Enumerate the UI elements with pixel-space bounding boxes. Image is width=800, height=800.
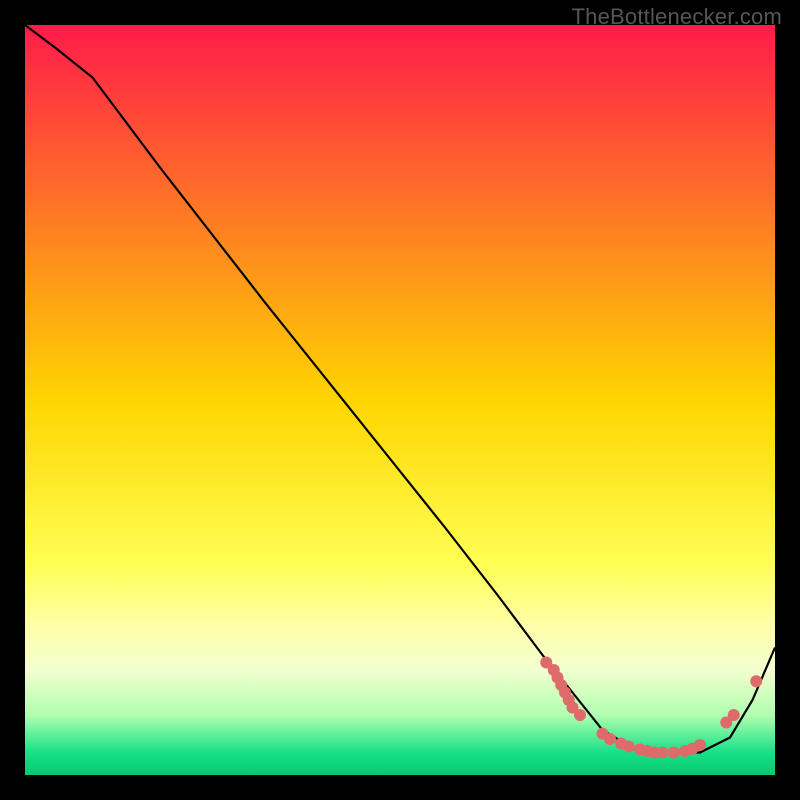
highlight-dot bbox=[728, 709, 740, 721]
highlight-dot bbox=[657, 747, 669, 759]
highlight-dot bbox=[604, 733, 616, 745]
chart-frame: TheBottlenecker.com bbox=[0, 0, 800, 800]
bottleneck-chart bbox=[25, 25, 775, 775]
highlight-dot bbox=[574, 709, 586, 721]
watermark-text: TheBottlenecker.com bbox=[572, 4, 782, 30]
highlight-dot bbox=[668, 747, 680, 759]
highlight-dot bbox=[623, 741, 635, 753]
highlight-dot bbox=[694, 739, 706, 751]
highlight-dot bbox=[750, 675, 762, 687]
